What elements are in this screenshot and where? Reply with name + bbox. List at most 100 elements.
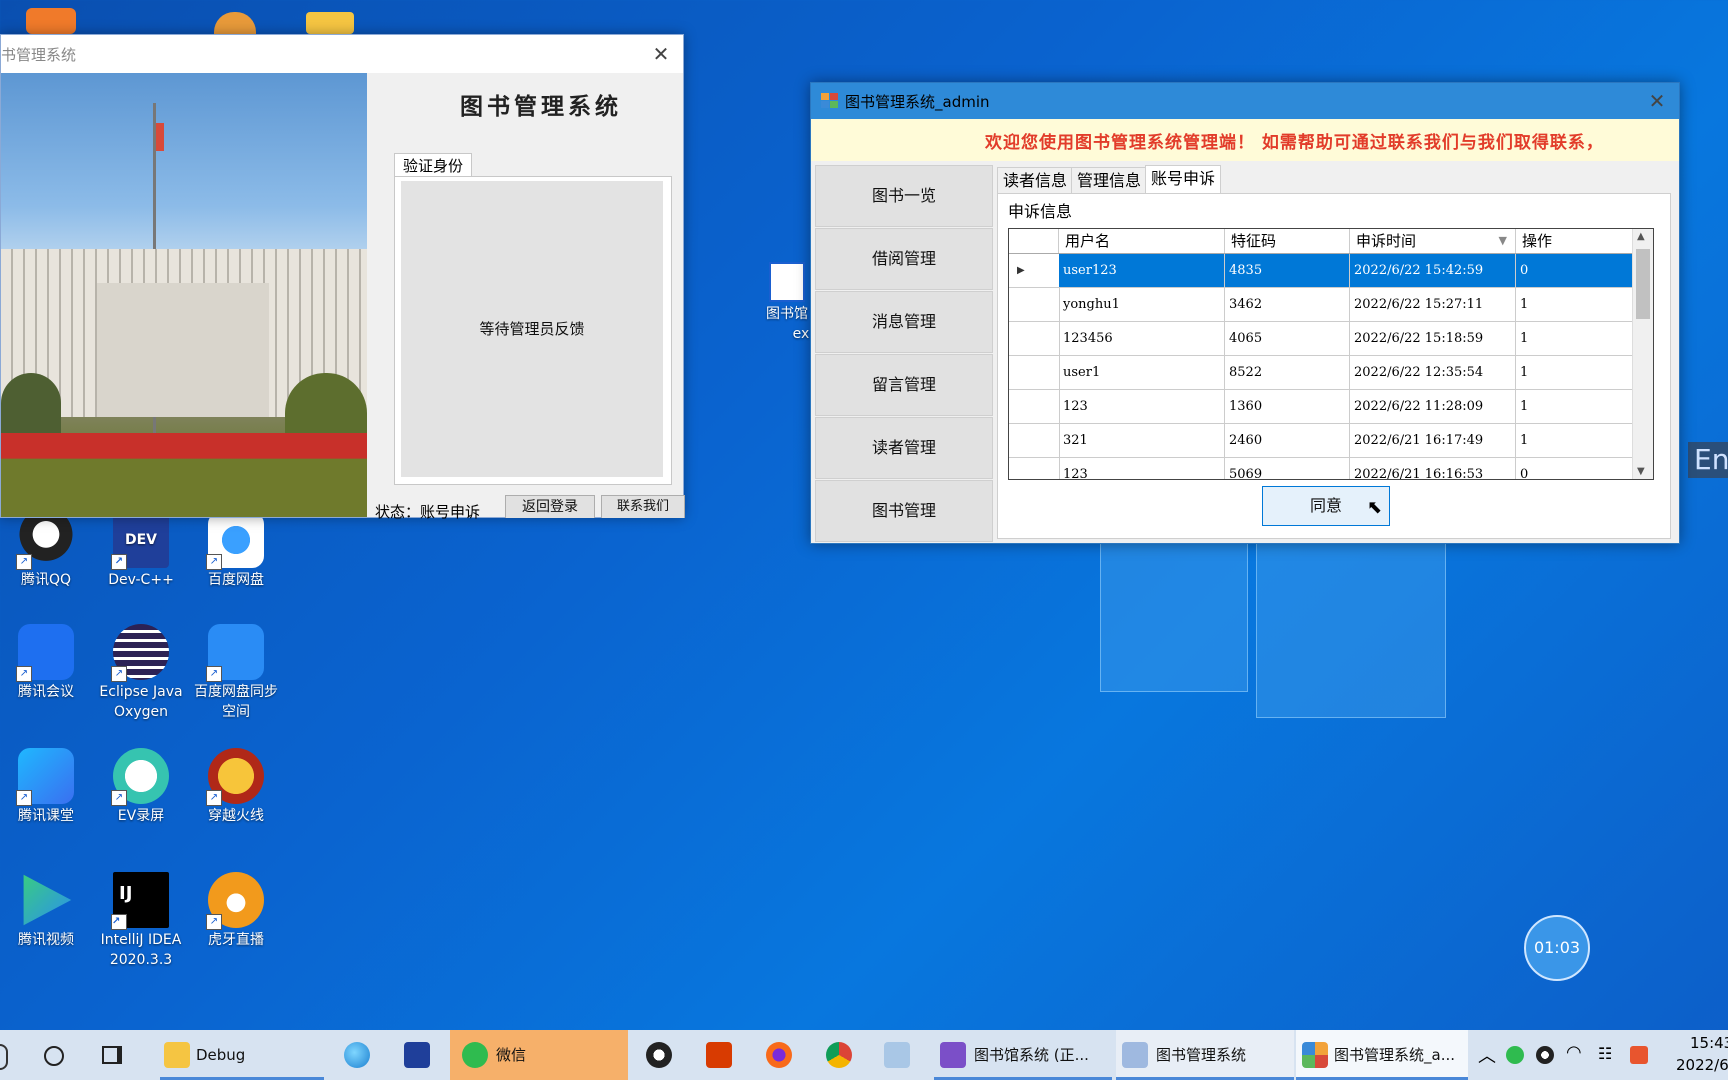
row-header[interactable] xyxy=(1009,390,1060,423)
row-header[interactable] xyxy=(1009,424,1060,457)
scroll-up-icon[interactable]: ▲ xyxy=(1637,231,1645,242)
table-row[interactable]: 123456 4065 2022/6/22 15:18:59 1 xyxy=(1009,322,1643,356)
scroll-down-icon[interactable]: ▼ xyxy=(1637,466,1645,477)
table-row[interactable]: user1 8522 2022/6/22 12:35:54 1 xyxy=(1009,356,1643,390)
grid-scrollbar[interactable]: ▲ ▼ xyxy=(1632,229,1653,479)
sidebar-item-book-management[interactable]: 图书管理 xyxy=(815,480,993,542)
desktop-icon-partial[interactable] xyxy=(306,12,354,34)
qq-tray-icon[interactable] xyxy=(1536,1046,1554,1064)
table-row[interactable]: yonghu1 3462 2022/6/22 15:27:11 1 xyxy=(1009,288,1643,322)
ime-indicator[interactable]: En xyxy=(1688,442,1728,478)
cell-action[interactable]: 1 xyxy=(1516,356,1643,389)
sidebar-item-book-overview[interactable]: 图书一览 xyxy=(815,165,993,227)
desktop-icon-tencent-classroom[interactable]: ↗ 腾讯课堂 xyxy=(0,748,94,826)
cell-username[interactable]: 123456 xyxy=(1059,322,1225,355)
scrollbar-thumb[interactable] xyxy=(1636,249,1650,319)
row-header[interactable] xyxy=(1009,458,1060,479)
cell-username[interactable]: 321 xyxy=(1059,424,1225,457)
cell-code[interactable]: 2460 xyxy=(1225,424,1350,457)
firefox-icon[interactable] xyxy=(766,1042,792,1068)
agree-button[interactable]: 同意 ⬉ xyxy=(1262,486,1390,526)
row-header[interactable]: ▶ xyxy=(1009,254,1060,287)
sidebar-item-comment-management[interactable]: 留言管理 xyxy=(815,354,993,416)
table-row[interactable]: 123 5069 2022/6/21 16:16:53 0 xyxy=(1009,458,1643,479)
taskbar-item-explorer[interactable]: Debug xyxy=(160,1030,324,1080)
column-header-action[interactable]: 操作 xyxy=(1516,229,1643,253)
cell-time[interactable]: 2022/6/22 15:18:59 xyxy=(1350,322,1516,355)
table-row[interactable]: ▶ user123 4835 2022/6/22 15:42:59 0 xyxy=(1009,254,1643,288)
back-to-login-button[interactable]: 返回登录 xyxy=(505,495,595,518)
cell-code[interactable]: 1360 xyxy=(1225,390,1350,423)
tab-reader-info[interactable]: 读者信息 xyxy=(997,167,1074,195)
tab-account-appeal[interactable]: 账号申诉 xyxy=(1145,165,1222,194)
desktop-icon-partial[interactable] xyxy=(26,8,76,34)
desktop-icon-baidu-sync[interactable]: ↗ 百度网盘同步空间 xyxy=(188,624,284,722)
cell-code[interactable]: 4835 xyxy=(1225,254,1350,287)
cell-username[interactable]: yonghu1 xyxy=(1059,288,1225,321)
cell-action[interactable]: 1 xyxy=(1516,288,1643,321)
row-header[interactable] xyxy=(1009,322,1060,355)
cell-code[interactable]: 8522 xyxy=(1225,356,1350,389)
cell-action[interactable]: 1 xyxy=(1516,322,1643,355)
edge-browser-icon[interactable] xyxy=(344,1042,370,1068)
cell-code[interactable]: 4065 xyxy=(1225,322,1350,355)
taskbar-item-wechat[interactable]: 微信 xyxy=(450,1030,628,1080)
cell-action[interactable]: 1 xyxy=(1516,424,1643,457)
tab-admin-info[interactable]: 管理信息 xyxy=(1071,167,1148,195)
column-header-username[interactable]: 用户名 xyxy=(1059,229,1225,253)
desktop-icon-baidu-netdisk[interactable]: ↗ 百度网盘 xyxy=(188,512,284,590)
column-header-code[interactable]: 特征码 xyxy=(1225,229,1350,253)
cell-username[interactable]: user1 xyxy=(1059,356,1225,389)
desktop-icon-crossfire[interactable]: ↗ 穿越火线 xyxy=(188,748,284,826)
column-header-time[interactable]: 申诉时间 ▼ xyxy=(1350,229,1516,253)
cortana-icon[interactable] xyxy=(44,1046,64,1066)
qq-taskbar-icon[interactable] xyxy=(646,1042,672,1068)
cell-time[interactable]: 2022/6/22 12:35:54 xyxy=(1350,356,1516,389)
tab-verify-identity[interactable]: 验证身份 xyxy=(394,153,473,178)
cell-action[interactable]: 0 xyxy=(1516,254,1643,287)
devcpp-taskbar-icon[interactable] xyxy=(404,1042,430,1068)
taskbar-date[interactable]: 2022/6 xyxy=(1676,1056,1728,1074)
desktop-icon-eclipse[interactable]: ↗ Eclipse Java Oxygen xyxy=(93,624,189,722)
table-row[interactable]: 321 2460 2022/6/21 16:17:49 1 xyxy=(1009,424,1643,458)
cell-code[interactable]: 3462 xyxy=(1225,288,1350,321)
desktop-icon-devcpp[interactable]: DEV ↗ Dev-C++ xyxy=(93,512,189,590)
row-header[interactable] xyxy=(1009,356,1060,389)
wechat-tray-icon[interactable] xyxy=(1506,1046,1524,1064)
desktop-icon-partial[interactable] xyxy=(214,12,256,34)
cell-username[interactable]: user123 xyxy=(1059,254,1225,287)
sidebar-item-borrow-management[interactable]: 借阅管理 xyxy=(815,228,993,290)
task-view-icon[interactable] xyxy=(102,1046,122,1064)
taskbar-item-visual-studio[interactable]: 图书馆系统 (正... xyxy=(934,1030,1112,1080)
taskbar-time[interactable]: 15:43 xyxy=(1690,1034,1728,1052)
cell-time[interactable]: 2022/6/21 16:16:53 xyxy=(1350,458,1516,479)
cell-time[interactable]: 2022/6/22 15:42:59 xyxy=(1350,254,1516,287)
row-header[interactable] xyxy=(1009,288,1060,321)
notification-app-icon[interactable] xyxy=(1630,1046,1648,1064)
cell-time[interactable]: 2022/6/21 16:17:49 xyxy=(1350,424,1516,457)
cell-username[interactable]: 123 xyxy=(1059,458,1225,479)
table-row[interactable]: 123 1360 2022/6/22 11:28:09 1 xyxy=(1009,390,1643,424)
recording-timer[interactable]: 01:03 xyxy=(1524,915,1590,981)
input-method-icon[interactable]: ☷ xyxy=(1598,1044,1612,1063)
sidebar-item-message-management[interactable]: 消息管理 xyxy=(815,291,993,353)
appeal-grid[interactable]: 用户名 特征码 申诉时间 ▼ 操作 ▶ user123 4835 2022/6/22 … xyxy=(1008,228,1654,480)
desktop-icon-huya[interactable]: ↗ 虎牙直播 xyxy=(188,872,284,950)
chevron-up-icon[interactable]: ︿ xyxy=(1478,1042,1496,1068)
desktop-icon-partial-library[interactable]: 图书馆 ex xyxy=(762,262,812,356)
chrome-icon[interactable] xyxy=(826,1042,852,1068)
taskbar-item-library-system[interactable]: 图书管理系统 xyxy=(1116,1030,1294,1080)
cell-code[interactable]: 5069 xyxy=(1225,458,1350,479)
wifi-icon[interactable]: ◠ xyxy=(1566,1042,1582,1063)
notes-icon[interactable] xyxy=(884,1042,910,1068)
desktop-icon-ev-recorder[interactable]: ↗ EV录屏 xyxy=(93,748,189,826)
close-icon[interactable]: ✕ xyxy=(1647,91,1667,111)
desktop-icon-intellij[interactable]: IJ ↗ IntelliJ IDEA 2020.3.3 xyxy=(93,872,189,970)
desktop-icon-qq[interactable]: ↗ 腾讯QQ xyxy=(0,512,94,590)
contact-us-button[interactable]: 联系我们 xyxy=(601,495,685,518)
cell-action[interactable]: 1 xyxy=(1516,390,1643,423)
desktop-icon-tencent-meeting[interactable]: ↗ 腾讯会议 xyxy=(0,624,94,702)
cell-username[interactable]: 123 xyxy=(1059,390,1225,423)
taskbar-item-library-admin[interactable]: 图书管理系统_a... xyxy=(1296,1030,1468,1080)
cell-action[interactable]: 0 xyxy=(1516,458,1643,479)
